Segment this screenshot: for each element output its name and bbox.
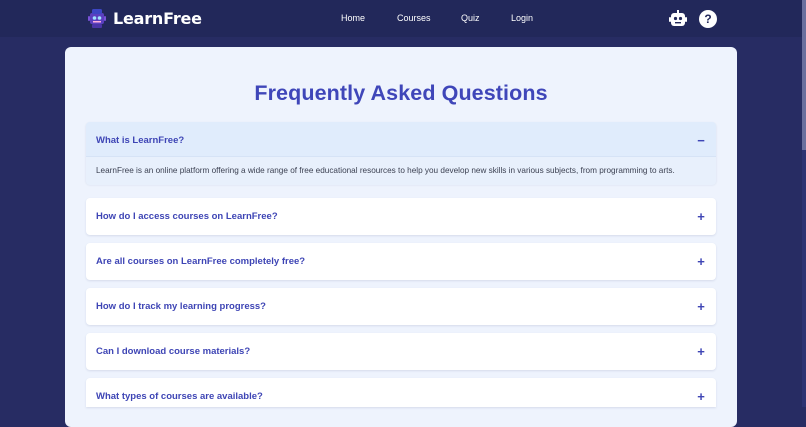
faq-item[interactable]: Are all courses on LearnFree completely … [86, 243, 716, 280]
brand-logo[interactable]: LearnFree [86, 7, 202, 29]
nav-link-login[interactable]: Login [511, 13, 533, 23]
expand-icon[interactable]: + [696, 299, 706, 314]
faq-question[interactable]: What types of courses are available? [96, 391, 263, 402]
faq-item[interactable]: What types of courses are available? + [86, 378, 716, 407]
collapse-icon[interactable]: − [696, 133, 706, 148]
svg-text:?: ? [704, 12, 711, 26]
robot-logo-icon [88, 9, 106, 28]
expand-icon[interactable]: + [696, 254, 706, 269]
nav-link-home[interactable]: Home [341, 13, 365, 23]
faq-question[interactable]: What is LearnFree? [96, 135, 184, 146]
nav-link-quiz[interactable]: Quiz [461, 13, 480, 23]
faq-item[interactable]: How do I track my learning progress? + [86, 288, 716, 325]
brand-name: LearnFree [113, 8, 202, 28]
faq-answer: LearnFree is an online platform offering… [86, 156, 716, 185]
page-scrollbar[interactable] [802, 0, 806, 407]
scrollbar-thumb[interactable] [802, 0, 806, 150]
expand-icon[interactable]: + [696, 389, 706, 404]
faq-item[interactable]: Can I download course materials? + [86, 333, 716, 370]
nav-link-courses[interactable]: Courses [397, 13, 431, 23]
expand-icon[interactable]: + [696, 209, 706, 224]
faq-question[interactable]: How do I track my learning progress? [96, 301, 266, 312]
faq-answer-text: LearnFree is an online platform offering… [96, 166, 675, 175]
expand-icon[interactable]: + [696, 344, 706, 359]
faq-question[interactable]: Are all courses on LearnFree completely … [96, 256, 305, 267]
faq-question[interactable]: Can I download course materials? [96, 346, 250, 357]
faq-item[interactable]: How do I access courses on LearnFree? + [86, 198, 716, 235]
robot-icon[interactable] [668, 9, 688, 29]
page-title: Frequently Asked Questions [254, 81, 548, 105]
faq-item[interactable]: What is LearnFree? − LearnFree is an onl… [86, 122, 716, 185]
faq-question[interactable]: How do I access courses on LearnFree? [96, 211, 278, 222]
navbar: LearnFree Home Courses Quiz Login ? [0, 0, 806, 37]
help-icon[interactable]: ? [698, 9, 718, 29]
